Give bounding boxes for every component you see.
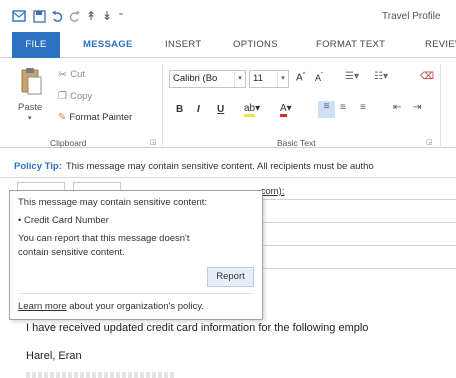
tab-review[interactable]: REVIEW: [425, 32, 456, 58]
paste-dropdown-icon[interactable]: ▾: [28, 114, 32, 122]
format-painter-button[interactable]: ✎ Format Painter: [58, 112, 132, 123]
body-line-1: I have received updated credit card info…: [26, 322, 369, 334]
font-name-dropdown[interactable]: Calibri (Bo ▾: [169, 70, 246, 88]
body-line-2: Harel, Eran: [26, 350, 82, 362]
clipboard-group-label: Clipboard: [50, 138, 87, 148]
italic-button[interactable]: I: [197, 104, 200, 115]
basic-text-launcher-icon[interactable]: ◲: [426, 138, 433, 146]
cut-button[interactable]: ✂ Cut: [58, 68, 85, 81]
paste-label: Paste: [18, 102, 43, 113]
popup-line-4: contain sensitive content.: [18, 247, 125, 258]
underline-button[interactable]: U: [217, 104, 224, 115]
paste-button[interactable]: Paste: [18, 102, 42, 113]
redo-icon[interactable]: [67, 8, 81, 24]
learn-more-link[interactable]: Learn more: [18, 301, 67, 312]
clear-formatting-icon[interactable]: ⌫: [420, 71, 434, 82]
tab-message[interactable]: MESSAGE: [83, 32, 133, 58]
tab-format-text[interactable]: FORMAT TEXT: [316, 32, 385, 58]
paste-icon[interactable]: [20, 66, 42, 96]
format-painter-label: Format Painter: [69, 112, 133, 123]
popup-divider: [18, 293, 254, 294]
basic-text-group-label: Basic Text: [277, 138, 316, 148]
copy-icon: ❐: [58, 91, 67, 102]
customize-icon[interactable]: ⁼: [116, 8, 126, 24]
format-painter-icon: ✎: [58, 112, 67, 123]
down-arrow-icon[interactable]: ↡: [101, 8, 113, 24]
shrink-font-icon[interactable]: Aˇ: [315, 73, 323, 83]
popup-line-3: You can report that this message doesn't: [18, 233, 190, 244]
tab-file[interactable]: FILE: [12, 32, 60, 58]
ribbon-separator: [162, 64, 163, 146]
font-name-value: Calibri (Bo: [173, 73, 218, 84]
font-size-value: 11: [253, 73, 263, 84]
decrease-indent-icon[interactable]: ⇤: [393, 102, 401, 113]
ribbon-tabs: FILE MESSAGE INSERT OPTIONS FORMAT TEXT …: [0, 32, 456, 58]
clipboard-launcher-icon[interactable]: ◲: [150, 138, 157, 146]
save-icon[interactable]: [32, 8, 46, 24]
window-title: Travel Profile: [382, 11, 441, 22]
align-right-icon[interactable]: ≡: [360, 102, 366, 113]
highlight-icon[interactable]: ab▾: [244, 103, 260, 117]
policy-tip-text: This message may contain sensitive conte…: [65, 161, 374, 172]
popup-line-1: This message may contain sensitive conte…: [18, 197, 208, 208]
policy-tip-popup: This message may contain sensitive conte…: [9, 190, 263, 320]
undo-icon[interactable]: [50, 8, 64, 24]
grow-font-icon[interactable]: A^: [296, 72, 306, 83]
chevron-down-icon: ▾: [277, 71, 288, 87]
font-color-icon[interactable]: A▾: [280, 103, 292, 117]
numbering-icon[interactable]: ☷▾: [374, 71, 388, 82]
chevron-down-icon: ▾: [234, 71, 245, 87]
tab-options[interactable]: OPTIONS: [233, 32, 278, 58]
bullets-icon[interactable]: ☰▾: [345, 71, 359, 82]
body-line-3-cropped: [26, 372, 176, 378]
align-left-icon[interactable]: ≡: [318, 101, 335, 118]
popup-line-2: • Credit Card Number: [18, 215, 109, 226]
copy-button[interactable]: ❐ Copy: [58, 91, 92, 102]
report-button[interactable]: Report: [207, 267, 254, 287]
policy-tip-bar: Policy Tip: This message may contain sens…: [0, 156, 456, 178]
outlook-icon: [12, 8, 28, 24]
scissors-icon: ✂: [58, 69, 68, 81]
up-arrow-icon[interactable]: ↟: [85, 8, 97, 24]
popup-footer: Learn more about your organization's pol…: [18, 301, 204, 312]
bold-button[interactable]: B: [176, 104, 183, 115]
align-center-icon[interactable]: ≡: [340, 102, 346, 113]
policy-tip-label[interactable]: Policy Tip:: [14, 161, 62, 172]
learn-more-rest: about your organization's policy.: [66, 301, 204, 312]
ribbon-separator: [440, 64, 441, 146]
copy-label: Copy: [69, 91, 93, 102]
tab-insert[interactable]: INSERT: [165, 32, 201, 58]
font-size-dropdown[interactable]: 11 ▾: [249, 70, 289, 88]
cut-label: Cut: [70, 69, 86, 80]
increase-indent-icon[interactable]: ⇥: [413, 102, 421, 113]
quick-access-toolbar: ↟ ↡ ⁼ Travel Profile: [0, 0, 456, 32]
